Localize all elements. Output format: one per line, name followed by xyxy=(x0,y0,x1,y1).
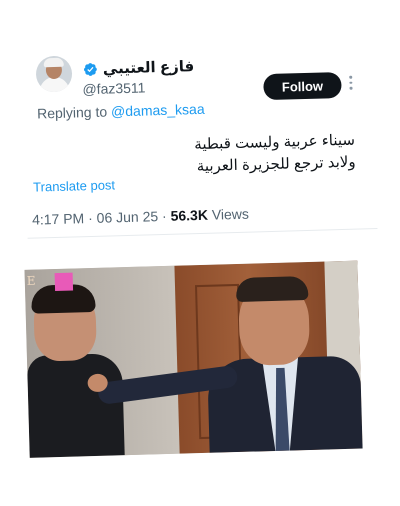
avatar[interactable] xyxy=(35,55,73,93)
post-image[interactable]: E xyxy=(24,260,363,458)
replying-prefix: Replying to xyxy=(36,103,112,122)
post-date[interactable]: 06 Jun 25 xyxy=(96,208,158,226)
follow-button[interactable]: Follow xyxy=(263,71,342,101)
author-display-name[interactable]: فازع العتيبي xyxy=(103,57,195,78)
post-time[interactable]: 4:17 PM xyxy=(32,210,85,227)
views-count[interactable]: 56.3K xyxy=(170,207,208,224)
tweet-line: ولابد ترجع للجزيرة العربية xyxy=(196,153,356,176)
tweet-text: سيناء عربية وليست قبطية ولابد ترجع للجزي… xyxy=(147,130,356,180)
author-handle[interactable]: @faz3511 xyxy=(82,79,145,97)
views-label: Views xyxy=(207,205,250,223)
more-icon[interactable] xyxy=(349,75,354,94)
replying-to-link[interactable]: @damas_ksaa xyxy=(111,101,205,120)
tweet-meta: 4:17 PM · 06 Jun 25 · 56.3K Views xyxy=(31,205,250,228)
pink-corner-tag xyxy=(54,272,74,292)
corner-letter: E xyxy=(26,273,36,288)
author-name-row[interactable]: فازع العتيبي xyxy=(83,57,195,78)
divider xyxy=(27,228,378,239)
tweet-card: فازع العتيبي @faz3511 Follow Replying to… xyxy=(0,0,400,505)
translate-post-link[interactable]: Translate post xyxy=(33,177,115,194)
verified-badge-icon xyxy=(83,62,97,76)
replying-to: Replying to @damas_ksaa xyxy=(37,101,205,122)
